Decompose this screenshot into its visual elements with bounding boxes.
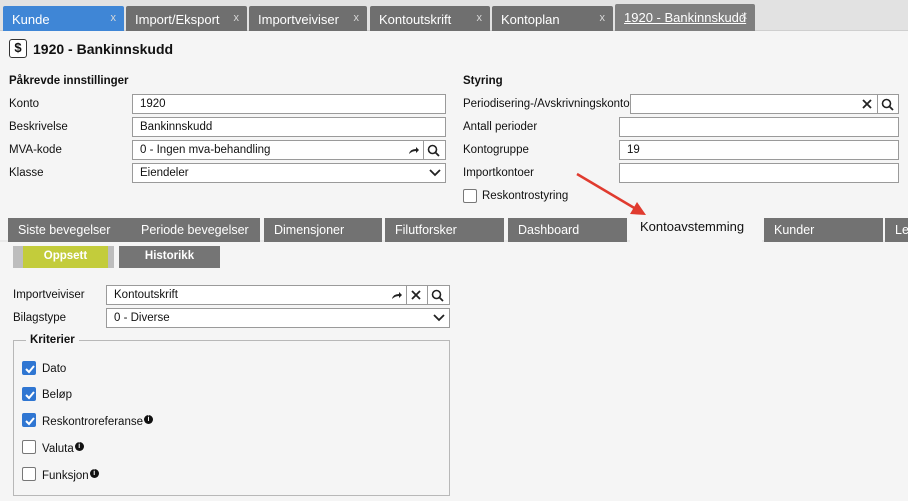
tab-periode-bevegelser[interactable]: Periode bevegelser xyxy=(131,218,260,242)
klasse-value: Eiendeler xyxy=(140,167,189,179)
info-icon[interactable]: i xyxy=(74,442,84,451)
window-tab-label: 1920 - Bankinnskudd xyxy=(624,10,747,25)
klasse-label: Klasse xyxy=(9,167,44,179)
dato-checkbox[interactable] xyxy=(22,361,36,375)
importveiviser-label: Importveiviser xyxy=(13,289,85,301)
importveiviser-input[interactable]: Kontoutskrift xyxy=(106,285,389,305)
bilagstype-label: Bilagstype xyxy=(13,312,67,324)
antall-perioder-label: Antall perioder xyxy=(463,121,538,133)
tab-leverandorer[interactable]: Le xyxy=(885,218,908,242)
window-tab-label: Kontoplan xyxy=(501,12,560,27)
kontogruppe-input[interactable]: 19 xyxy=(619,140,899,160)
klasse-select[interactable]: Eiendeler xyxy=(132,163,446,183)
chevron-down-icon xyxy=(429,169,441,177)
valuta-row: Valuta i xyxy=(42,442,84,455)
tab-siste-bevegelser[interactable]: Siste bevegelser xyxy=(8,218,131,242)
tab-dimensjoner[interactable]: Dimensjoner xyxy=(264,218,382,242)
periodisering-input[interactable] xyxy=(630,94,859,114)
importkontoer-label: Importkontoer xyxy=(463,167,534,179)
styring-title: Styring xyxy=(463,75,503,87)
funksjon-label: Funksjon xyxy=(42,470,89,482)
belop-checkbox[interactable] xyxy=(22,387,36,401)
reskontroreferanse-row: Reskontroreferanse i xyxy=(42,415,153,428)
beskrivelse-label: Beskrivelse xyxy=(9,121,68,133)
window-tab-kontoplan[interactable]: Kontoplan x xyxy=(492,6,613,31)
tab-historikk[interactable]: Historikk xyxy=(119,246,220,268)
importkontoer-input[interactable] xyxy=(619,163,899,183)
reskontrostyring-checkbox[interactable] xyxy=(463,189,477,203)
dato-label: Dato xyxy=(42,363,67,375)
window-tab-importveiviser[interactable]: Importveiviser x xyxy=(249,6,367,31)
info-icon[interactable]: i xyxy=(89,469,99,478)
tab-kunder[interactable]: Kunder xyxy=(764,218,883,242)
tab-oppsett[interactable]: Oppsett xyxy=(13,246,114,268)
antall-perioder-input[interactable] xyxy=(619,117,899,137)
open-link-icon[interactable] xyxy=(388,285,407,305)
valuta-label: Valuta xyxy=(42,443,74,455)
window-tab-label: Import/Eksport xyxy=(135,12,220,27)
window-tab-import-eksport[interactable]: Import/Eksport x xyxy=(126,6,247,31)
belop-label: Beløp xyxy=(42,389,73,401)
close-icon[interactable]: x xyxy=(111,12,117,24)
bilagstype-select[interactable]: 0 - Diverse xyxy=(106,308,450,328)
window-tab-label: Kontoutskrift xyxy=(379,12,452,27)
reskontrostyring-label: Reskontrostyring xyxy=(482,190,569,202)
window-tab-bar: Kunde x Import/Eksport x Importveiviser … xyxy=(0,0,908,31)
tab-kontoavstemming[interactable]: Kontoavstemming xyxy=(630,212,762,243)
tab-dashboard[interactable]: Dashboard xyxy=(508,218,627,242)
search-icon[interactable] xyxy=(424,140,446,160)
close-icon[interactable]: x xyxy=(234,12,240,24)
funksjon-row: Funksjon i xyxy=(42,469,99,482)
window-tab-kontoutskrift[interactable]: Kontoutskrift x xyxy=(370,6,490,31)
mva-kode-input[interactable]: 0 - Ingen mva-behandling xyxy=(132,140,406,160)
reskontroreferanse-checkbox[interactable] xyxy=(22,413,36,427)
search-icon[interactable] xyxy=(878,94,899,114)
periodisering-label: Periodisering-/Avskrivningskonto xyxy=(463,98,630,110)
mva-kode-label: MVA-kode xyxy=(9,144,62,156)
konto-label: Konto xyxy=(9,98,40,110)
window-tab-bankinnskudd[interactable]: 1920 - Bankinnskudd x xyxy=(615,4,755,31)
beskrivelse-input[interactable]: Bankinnskudd xyxy=(132,117,446,137)
tab-filutforsker[interactable]: Filutforsker xyxy=(385,218,504,242)
page-title: 1920 - Bankinnskudd xyxy=(33,41,174,57)
dollar-icon: $ xyxy=(9,39,27,58)
konto-input[interactable]: 1920 xyxy=(132,94,446,114)
clear-icon[interactable] xyxy=(407,285,428,305)
reskontroreferanse-label: Reskontroreferanse xyxy=(42,416,143,428)
clear-icon[interactable] xyxy=(858,94,878,114)
chevron-down-icon xyxy=(433,314,445,322)
kontogruppe-label: Kontogruppe xyxy=(463,144,529,156)
required-settings-title: Påkrevde innstillinger xyxy=(9,75,129,87)
window-tab-label: Importveiviser xyxy=(258,12,339,27)
open-link-icon[interactable] xyxy=(405,140,424,160)
info-icon[interactable]: i xyxy=(144,415,153,424)
close-icon[interactable]: x xyxy=(742,10,748,22)
window-tab-label: Kunde xyxy=(12,12,50,27)
kriterier-title: Kriterier xyxy=(26,334,79,346)
valuta-checkbox[interactable] xyxy=(22,440,36,454)
funksjon-checkbox[interactable] xyxy=(22,467,36,481)
close-icon[interactable]: x xyxy=(354,12,360,24)
window-tab-kunde[interactable]: Kunde x xyxy=(3,6,124,31)
close-icon[interactable]: x xyxy=(600,12,606,24)
search-icon[interactable] xyxy=(428,285,450,305)
close-icon[interactable]: x xyxy=(477,12,483,24)
bilagstype-value: 0 - Diverse xyxy=(114,312,170,324)
